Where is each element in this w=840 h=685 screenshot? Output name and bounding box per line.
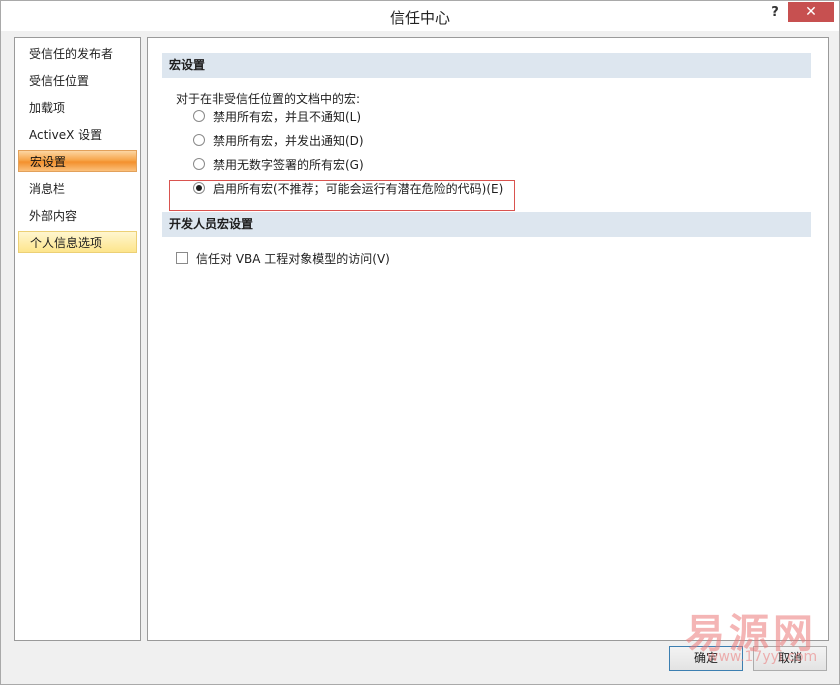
sidebar-item-add-ins[interactable]: 加载项 bbox=[18, 97, 137, 119]
radio-button[interactable] bbox=[193, 110, 205, 122]
settings-panel: 宏设置 对于在非受信任位置的文档中的宏: 禁用所有宏，并且不通知(L) 禁用所有… bbox=[147, 37, 829, 641]
vba-access-checkbox[interactable] bbox=[176, 252, 188, 264]
developer-macro-settings-header: 开发人员宏设置 bbox=[162, 212, 811, 237]
sidebar-nav: 受信任的发布者 受信任位置 加载项 ActiveX 设置 宏设置 消息栏 外部内… bbox=[14, 37, 141, 641]
radio-label: 禁用所有宏，并发出通知(D) bbox=[213, 134, 364, 148]
title-bar: 信任中心 ? ✕ bbox=[1, 1, 839, 31]
watermark-url: www.17yyi.com bbox=[707, 649, 818, 665]
radio-label: 禁用所有宏，并且不通知(L) bbox=[213, 110, 362, 124]
radio-button[interactable] bbox=[193, 158, 205, 170]
sidebar-item-privacy-options[interactable]: 个人信息选项 bbox=[18, 231, 137, 253]
dialog-title: 信任中心 bbox=[389, 9, 450, 27]
sidebar-item-trusted-locations[interactable]: 受信任位置 bbox=[18, 70, 137, 92]
watermark: 易源网 www.17yyi.com bbox=[685, 601, 835, 681]
help-button[interactable]: ? bbox=[765, 4, 785, 22]
sidebar-item-message-bar[interactable]: 消息栏 bbox=[18, 178, 137, 200]
macro-settings-header: 宏设置 bbox=[162, 53, 811, 78]
sidebar-item-macro-settings[interactable]: 宏设置 bbox=[18, 150, 137, 172]
macro-prompt-label: 对于在非受信任位置的文档中的宏: bbox=[176, 92, 361, 106]
sidebar-item-activex-settings[interactable]: ActiveX 设置 bbox=[18, 124, 137, 146]
radio-label: 禁用无数字签署的所有宏(G) bbox=[213, 158, 364, 172]
vba-access-label: 信任对 VBA 工程对象模型的访问(V) bbox=[196, 252, 390, 266]
trust-center-dialog: 信任中心 ? ✕ 受信任的发布者 受信任位置 加载项 ActiveX 设置 宏设… bbox=[0, 0, 840, 685]
sidebar-item-trusted-publishers[interactable]: 受信任的发布者 bbox=[18, 43, 137, 65]
annotation-highlight-box bbox=[169, 180, 515, 211]
radio-button[interactable] bbox=[193, 134, 205, 146]
sidebar-item-external-content[interactable]: 外部内容 bbox=[18, 205, 137, 227]
close-button[interactable]: ✕ bbox=[788, 2, 834, 22]
